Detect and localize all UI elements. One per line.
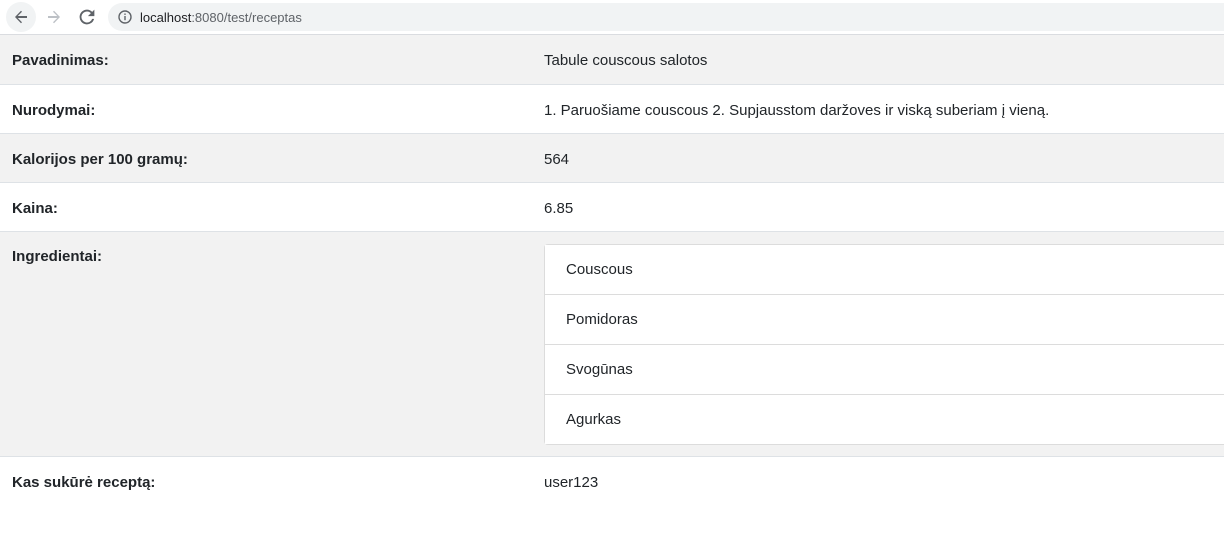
arrow-left-icon (13, 9, 29, 25)
ingredients-cell: Couscous Pomidoras Svogūnas Agurkas (532, 231, 1224, 456)
author-value: user123 (544, 473, 599, 491)
table-row-name: Pavadinimas: Tabule couscous salotos (0, 35, 1224, 84)
reload-icon (79, 9, 95, 25)
ingredients-label: Ingredientai: (12, 247, 103, 265)
table-row-author: Kas sukūrė receptą: user123 (0, 456, 1224, 508)
author-label: Kas sukūrė receptą: (12, 473, 156, 491)
reload-button[interactable] (72, 2, 102, 32)
address-bar[interactable]: localhost:8080/test/receptas (108, 3, 1224, 31)
list-item: Couscous (545, 244, 1224, 294)
table-row-price: Kaina: 6.85 (0, 182, 1224, 231)
name-value: Tabule couscous salotos (544, 52, 708, 69)
url-host: localhost (140, 9, 192, 25)
browser-toolbar: localhost:8080/test/receptas (0, 0, 1224, 35)
instructions-label: Nurodymai: (12, 101, 96, 119)
table-row-ingredients: Ingredientai: Couscous Pomidoras Svogūna… (0, 231, 1224, 456)
forward-button[interactable] (39, 2, 69, 32)
table-row-calories: Kalorijos per 100 gramų: 564 (0, 133, 1224, 182)
info-icon[interactable] (118, 10, 132, 24)
calories-label: Kalorijos per 100 gramų: (12, 150, 188, 168)
ingredients-list: Couscous Pomidoras Svogūnas Agurkas (544, 243, 1224, 445)
url-path: :8080/test/receptas (191, 9, 302, 25)
price-value: 6.85 (544, 199, 574, 217)
arrow-right-icon (46, 9, 62, 25)
table-row-instructions: Nurodymai: 1. Paruošiame couscous 2. Sup… (0, 84, 1224, 133)
name-label: Pavadinimas: (12, 52, 109, 69)
back-button[interactable] (6, 2, 36, 32)
recipe-details-table: Pavadinimas: Tabule couscous salotos Nur… (0, 35, 1224, 508)
list-item: Pomidoras (545, 293, 1224, 344)
list-item: Svogūnas (545, 343, 1224, 394)
calories-value: 564 (544, 150, 570, 168)
list-item: Agurkas (545, 393, 1224, 444)
price-label: Kaina: (12, 199, 58, 217)
instructions-value: 1. Paruošiame couscous 2. Supjausstom da… (544, 101, 1050, 119)
